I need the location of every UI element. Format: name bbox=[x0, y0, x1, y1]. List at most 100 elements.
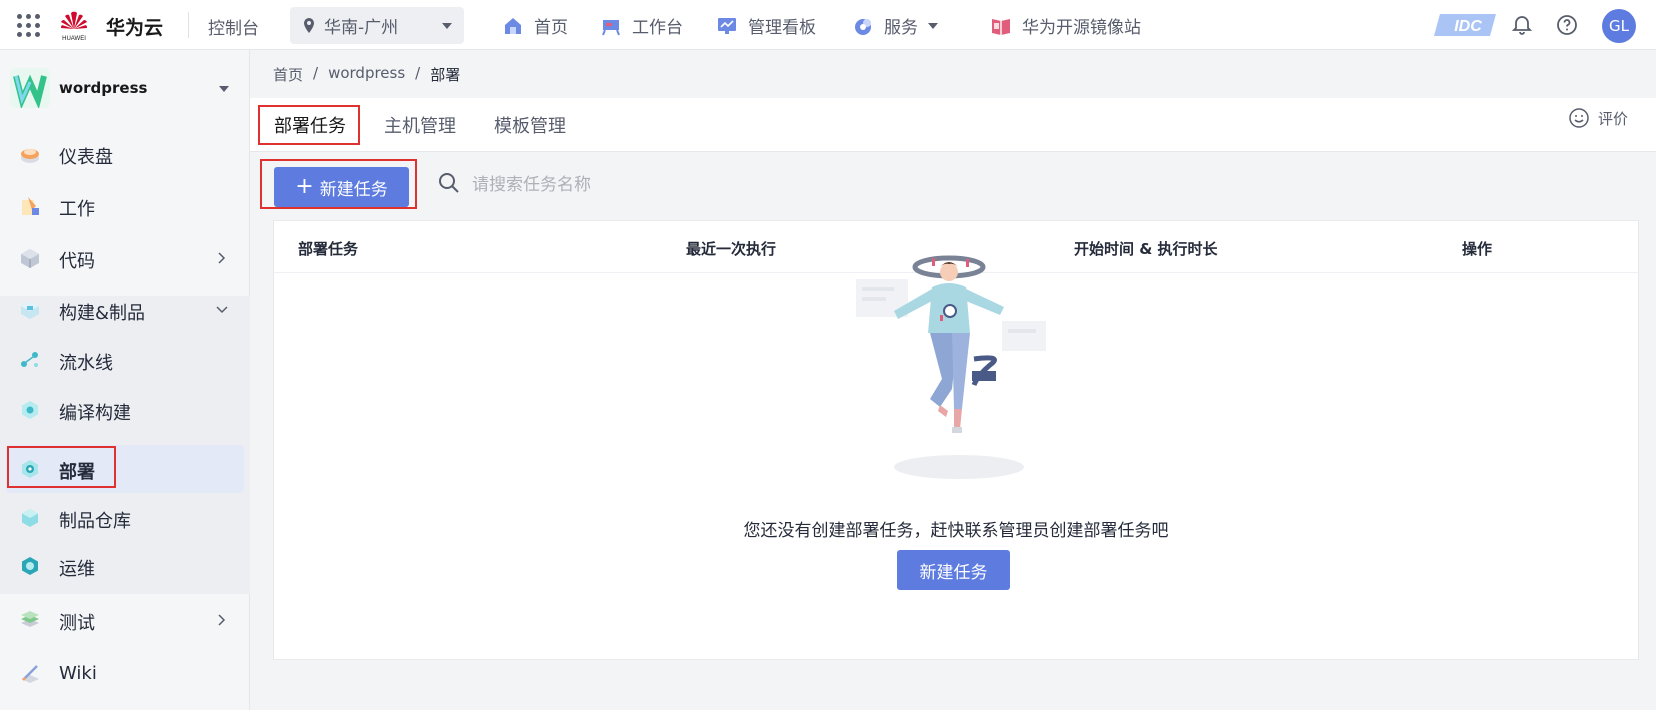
sidebar-item-pipeline[interactable]: 流水线 bbox=[0, 338, 250, 382]
brand-title[interactable]: 华为云 bbox=[106, 13, 163, 40]
search-icon bbox=[439, 172, 459, 193]
nav-mirror-label: 华为开源镜像站 bbox=[1022, 18, 1141, 38]
sidebar-item-code[interactable]: 代码 bbox=[0, 236, 250, 280]
main-content: 首页 / wordpress / 部署 部署任务 主机管理 模板管理 评价 + … bbox=[250, 50, 1656, 710]
breadcrumb-current: 部署 bbox=[430, 66, 461, 84]
test-icon bbox=[21, 611, 39, 627]
console-link[interactable]: 控制台 bbox=[208, 14, 259, 39]
build-icon bbox=[21, 301, 39, 319]
help-icon[interactable] bbox=[1556, 14, 1578, 36]
home-icon bbox=[505, 17, 521, 34]
nav-workbench-label: 工作台 bbox=[632, 18, 683, 38]
sidebar-item-label: 部署 bbox=[59, 462, 95, 483]
search-input[interactable]: 请搜索任务名称 bbox=[438, 170, 591, 195]
sidebar: wordpress 仪表盘 工作 代码 构建&制品 流水线 编译构建 部署 制品… bbox=[0, 50, 250, 710]
sidebar-item-label: 编译构建 bbox=[59, 403, 131, 424]
sidebar-item-ops[interactable]: 运维 bbox=[0, 544, 250, 588]
sidebar-item-label: 仪表盘 bbox=[59, 147, 113, 168]
sidebar-item-deploy[interactable]: 部署 bbox=[0, 447, 250, 491]
new-task-label: 新建任务 bbox=[319, 179, 388, 200]
huawei-logo[interactable]: HUAWEI bbox=[56, 7, 92, 43]
feedback-label: 评价 bbox=[1597, 109, 1628, 128]
nav-workbench[interactable]: 工作台 bbox=[600, 13, 683, 38]
dashboard-icon bbox=[718, 17, 736, 34]
avatar[interactable]: GL bbox=[1602, 9, 1636, 43]
tab-host-management[interactable]: 主机管理 bbox=[384, 112, 456, 138]
nav-services-label: 服务 bbox=[884, 18, 918, 38]
sidebar-item-label: 运维 bbox=[59, 559, 95, 580]
column-header[interactable]: 开始时间 & 执行时长 bbox=[1074, 238, 1218, 259]
tab-bar bbox=[250, 98, 1656, 152]
sidebar-item-artifact-repo[interactable]: 制品仓库 bbox=[0, 496, 250, 540]
svg-text:HUAWEI: HUAWEI bbox=[62, 36, 86, 42]
nav-services[interactable]: 服务 bbox=[852, 13, 938, 38]
nav-home-label: 首页 bbox=[534, 18, 568, 38]
sidebar-item-label: Wiki bbox=[59, 663, 97, 684]
mirror-icon bbox=[992, 18, 1010, 35]
sidebar-item-compile[interactable]: 编译构建 bbox=[0, 388, 250, 432]
workbench-icon bbox=[602, 19, 620, 35]
sidebar-item-label: 制品仓库 bbox=[59, 511, 131, 532]
apps-grid-icon[interactable] bbox=[16, 13, 40, 37]
svg-text:IDC: IDC bbox=[1454, 18, 1482, 35]
wiki-icon bbox=[21, 665, 39, 683]
nav-dashboard[interactable]: 管理看板 bbox=[716, 13, 816, 38]
service-icon bbox=[855, 18, 871, 35]
plus-icon: + bbox=[295, 174, 314, 199]
breadcrumb-home[interactable]: 首页 bbox=[273, 64, 303, 85]
idc-badge[interactable]: IDC bbox=[1432, 12, 1498, 38]
region-selector[interactable]: 华南-广州 bbox=[290, 7, 464, 44]
project-name: wordpress bbox=[59, 79, 148, 97]
sidebar-item-work[interactable]: 工作 bbox=[0, 184, 250, 228]
sidebar-item-dashboard[interactable]: 仪表盘 bbox=[0, 132, 250, 176]
chevron-right-icon bbox=[218, 614, 226, 626]
empty-state-message: 您还没有创建部署任务，赶快联系管理员创建部署任务吧 bbox=[743, 521, 1169, 541]
empty-state-illustration bbox=[856, 255, 1046, 479]
breadcrumb-separator: / bbox=[313, 64, 319, 82]
sidebar-item-label: 测试 bbox=[59, 613, 95, 634]
chevron-right-icon bbox=[218, 252, 226, 264]
chevron-down-icon bbox=[442, 22, 452, 29]
deploy-icon bbox=[22, 460, 38, 478]
work-icon bbox=[22, 197, 39, 215]
gauge-icon bbox=[21, 149, 39, 163]
deploy-task-table: 部署任务 最近一次执行 开始时间 & 执行时长 操作 您还没有创建部署任务，赶快… bbox=[273, 220, 1639, 660]
caret-down-icon bbox=[219, 86, 229, 92]
compile-icon bbox=[22, 401, 38, 419]
new-task-button[interactable]: + 新建任务 bbox=[274, 167, 409, 207]
divider bbox=[188, 12, 189, 38]
top-navigation-bar: HUAWEI 华为云 控制台 华南-广州 首页 工作台 管理看板 服务 华为开源… bbox=[0, 0, 1656, 50]
region-label: 华南-广州 bbox=[324, 18, 399, 38]
tab-template-management[interactable]: 模板管理 bbox=[494, 112, 566, 138]
ops-icon bbox=[22, 557, 38, 575]
bell-icon[interactable] bbox=[1511, 14, 1533, 36]
sidebar-item-label: 流水线 bbox=[59, 353, 113, 374]
column-header[interactable]: 最近一次执行 bbox=[686, 238, 776, 259]
feedback-button[interactable]: 评价 bbox=[1568, 107, 1628, 129]
nav-mirror[interactable]: 华为开源镜像站 bbox=[990, 13, 1141, 38]
sidebar-item-wiki[interactable]: Wiki bbox=[0, 652, 250, 696]
sidebar-item-label: 工作 bbox=[59, 199, 95, 220]
sidebar-item-label: 代码 bbox=[59, 251, 95, 272]
sidebar-item-build-artifact[interactable]: 构建&制品 bbox=[0, 288, 250, 332]
location-pin-icon bbox=[304, 17, 314, 33]
column-header[interactable]: 部署任务 bbox=[298, 238, 358, 259]
breadcrumb-separator: / bbox=[415, 64, 421, 82]
tab-deploy-tasks[interactable]: 部署任务 bbox=[274, 112, 346, 138]
smiley-icon bbox=[1569, 108, 1589, 128]
column-header: 操作 bbox=[1462, 240, 1493, 258]
empty-state-new-task-button[interactable]: 新建任务 bbox=[897, 550, 1010, 590]
code-icon bbox=[21, 249, 39, 268]
chevron-down-icon bbox=[928, 22, 938, 29]
project-switcher[interactable]: wordpress bbox=[0, 50, 250, 126]
nav-dashboard-label: 管理看板 bbox=[748, 18, 816, 38]
project-logo-icon bbox=[10, 68, 50, 108]
artifact-icon bbox=[22, 509, 38, 527]
chevron-down-icon bbox=[216, 306, 228, 314]
sidebar-item-label: 构建&制品 bbox=[59, 303, 146, 324]
search-placeholder: 请搜索任务名称 bbox=[472, 175, 591, 195]
breadcrumb-project[interactable]: wordpress bbox=[328, 64, 405, 85]
pipeline-icon bbox=[21, 352, 38, 367]
nav-home[interactable]: 首页 bbox=[502, 13, 568, 38]
sidebar-item-test[interactable]: 测试 bbox=[0, 598, 250, 642]
